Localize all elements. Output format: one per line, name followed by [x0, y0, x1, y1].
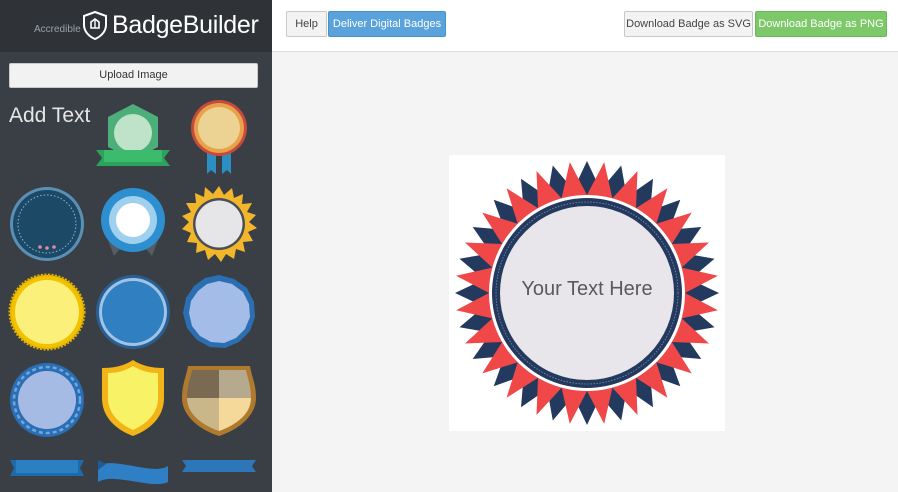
badge-shape-tan-shield[interactable] [180, 358, 258, 438]
download-png-button[interactable]: Download Badge as PNG [755, 11, 887, 37]
blue-polygon-icon [183, 275, 255, 348]
ribbon-shape-3[interactable] [180, 452, 258, 492]
badge-shape-blue-polygon[interactable] [180, 272, 258, 352]
badge-shape-yellow-shield[interactable] [94, 358, 172, 438]
toolbar: Help Deliver Digital Badges Download Bad… [272, 0, 898, 52]
deliver-digital-badges-button[interactable]: Deliver Digital Badges [328, 11, 446, 37]
logo-company: Accredible [34, 24, 81, 35]
badge-shape-blue-ring-ribbon[interactable] [94, 184, 172, 264]
gold-ribbon-icon [191, 100, 247, 174]
green-hexagon-icon [96, 104, 170, 166]
upload-image-button[interactable]: Upload Image [9, 63, 258, 88]
blue-ribbon-icon [10, 460, 84, 476]
dark-blue-circle-icon [10, 187, 84, 261]
blue-wavy-circle-icon [10, 363, 84, 437]
badge-shape-green-hexagon[interactable] [94, 100, 172, 180]
blue-ring-icon [101, 188, 165, 256]
yellow-shield-icon [102, 360, 164, 436]
add-text-button[interactable]: Add Text [9, 104, 90, 128]
badge-canvas[interactable]: Your Text Here [449, 155, 725, 431]
tan-shield-icon [182, 366, 256, 436]
gold-star-burst-icon [182, 186, 257, 262]
help-button[interactable]: Help [286, 11, 327, 37]
logo-bar: Accredible BadgeBuilder [0, 0, 272, 52]
ribbon-shape-2[interactable] [94, 452, 172, 492]
wavy-ribbon-icon [98, 460, 168, 485]
blue-circle-icon [96, 275, 170, 349]
badge-text[interactable]: Your Text Here [449, 278, 725, 301]
logo-title: BadgeBuilder [112, 11, 259, 39]
logo-shield-icon [82, 10, 108, 41]
badge-shape-yellow-scalloped[interactable] [8, 272, 86, 352]
badge-shape-blue-circle[interactable] [94, 272, 172, 352]
badge-shape-dark-blue-circle[interactable] [8, 184, 86, 264]
yellow-scalloped-icon [8, 273, 86, 351]
badge-shape-gold-star[interactable] [180, 184, 258, 264]
sidebar: Accredible BadgeBuilder Upload Image Add… [0, 0, 272, 492]
ribbon-shape-1[interactable] [8, 452, 86, 492]
badge-shape-gold-ribbon[interactable] [180, 98, 258, 178]
download-svg-button[interactable]: Download Badge as SVG [624, 11, 753, 37]
flat-ribbon-icon [182, 460, 256, 472]
badge-shape-blue-wavy[interactable] [8, 360, 86, 440]
